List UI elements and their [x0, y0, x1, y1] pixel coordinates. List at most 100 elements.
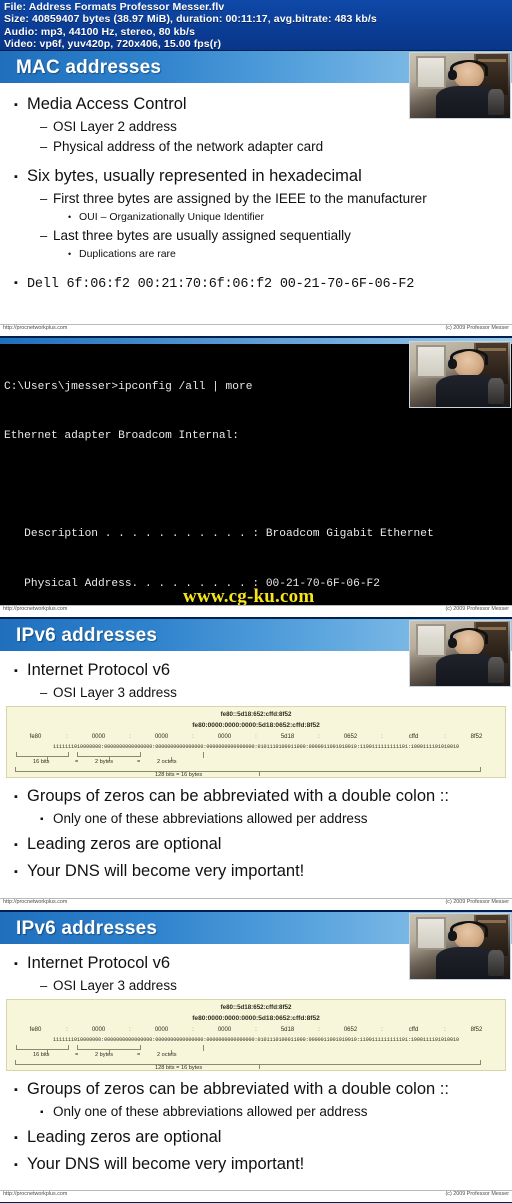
slide-footer: http://procnetworkplus.com (c) 2009 Prof…: [0, 898, 512, 910]
binary-group: 1000111101010010: [410, 1037, 459, 1043]
bullet-l1: ▪ Six bytes, usually represented in hexad…: [14, 165, 502, 189]
slide-title-text: IPv6 addresses: [16, 918, 158, 939]
binary-group: 0000000000000000: [104, 744, 153, 750]
slide-panel-ipv6-addresses-2: IPv6 addresses ▪ Internet Protocol v6 – OS…: [0, 911, 512, 1203]
bullet-marker: ▪: [14, 665, 18, 677]
hex-group: 0000: [217, 1027, 232, 1033]
bullet-marker: ▪: [14, 1132, 18, 1144]
bullet-l1: ▪ Media Access Control: [14, 93, 502, 117]
file-info-line-1: File: Address Formats Professor Messer.f…: [4, 1, 225, 13]
slide-panel-ipv6-addresses-1: IPv6 addresses ▪ Internet Protocol v6 – OS…: [0, 618, 512, 911]
slide-panel-terminal: C:\Users\jmesser>ipconfig /all | more Et…: [0, 337, 512, 618]
bullet-text: OUI – Organizationally Unique Identifier: [79, 211, 265, 223]
bullet-l2: – Last three bytes are usually assigned s…: [40, 226, 502, 246]
footer-copyright: (c) 2009 Professor Messer: [445, 325, 509, 331]
bullet-l1: ▪ Your DNS will become very important!: [14, 860, 502, 884]
binary-group: 0000000000000000: [104, 1037, 153, 1043]
label-2-bytes: 2 bytes: [95, 759, 114, 765]
slide-footer: http://procnetworkplus.com (c) 2009 Prof…: [0, 1190, 512, 1202]
hex-group: cffd: [408, 734, 419, 740]
bullet-text: Your DNS will become very important!: [27, 1155, 305, 1173]
bullet-l2: ▪ Only one of these abbreviations allowed…: [40, 1102, 502, 1123]
bullet-text: Physical address of the network adapter …: [53, 139, 324, 154]
bullet-text: Groups of zeros can be abbreviated with …: [27, 787, 449, 805]
bullet-text: First three bytes are assigned by the IE…: [53, 191, 427, 206]
label-equals-1: =: [75, 759, 79, 765]
slide-panel-mac-addresses: MAC addresses ▪ Media Access Control – OSI…: [0, 50, 512, 337]
bullet-marker: –: [40, 685, 48, 700]
binary-group: 0000000000000000: [206, 1037, 255, 1043]
hex-group: fe80: [29, 734, 42, 740]
hex-group: 0000: [91, 734, 106, 740]
bullet-text: OSI Layer 3 address: [53, 978, 177, 993]
binary-group: 0000011001010010: [308, 1037, 357, 1043]
footer-url[interactable]: http://procnetworkplus.com: [3, 899, 67, 905]
binary-group: 0000000000000000: [155, 744, 204, 750]
bullet-text: Internet Protocol v6: [27, 954, 171, 972]
bullet-marker: •: [68, 249, 72, 259]
hex-group: 0000: [154, 1027, 169, 1033]
bullet-l2: – Physical address of the network adapter…: [40, 137, 502, 157]
ipv6-short-address: fe80::5d18:652:cffd:8f52: [220, 711, 292, 718]
webcam-overlay: [409, 341, 511, 408]
slide-footer: http://procnetworkplus.com (c) 2009 Prof…: [0, 605, 512, 617]
binary-group: 1111111010000000: [53, 744, 102, 750]
tick-mark: [203, 1045, 204, 1051]
binary-group: 0000000000000000: [155, 1037, 204, 1043]
footer-copyright: (c) 2009 Professor Messer: [445, 606, 509, 612]
label-2-octets: 2 octets: [157, 759, 177, 765]
bullet-marker: ▪: [14, 958, 18, 970]
bullet-text: Groups of zeros can be abbreviated with …: [27, 1080, 449, 1098]
bullet-marker: ▪: [14, 1159, 18, 1171]
bullet-text: OSI Layer 2 address: [53, 119, 177, 134]
hex-group: 5d18: [280, 1027, 295, 1033]
bullet-l2: – First three bytes are assigned by the I…: [40, 189, 502, 209]
bullet-l1: ▪ Groups of zeros can be abbreviated with…: [14, 1078, 502, 1102]
bullet-text: Last three bytes are usually assigned se…: [53, 228, 351, 243]
binary-group: 1100111111111101: [359, 744, 408, 750]
bullet-text: Internet Protocol v6: [27, 661, 171, 679]
bullet-text: Only one of these abbreviations allowed …: [53, 811, 368, 826]
slide-body-ipv6-bottom: ▪ Groups of zeros can be abbreviated with…: [0, 1071, 512, 1177]
bullet-l1: ▪ Internet Protocol v6: [14, 952, 502, 976]
ipv6-binary-row: 1111111010000000:0000000000000000:000000…: [53, 1037, 459, 1043]
footer-url[interactable]: http://procnetworkplus.com: [3, 325, 67, 331]
file-info-line-3: Audio: mp3, 44100 Hz, stereo, 80 kb/s: [4, 25, 196, 38]
footer-url[interactable]: http://procnetworkplus.com: [3, 606, 67, 612]
terminal-line: Ethernet adapter Broadcom Internal:: [4, 430, 239, 443]
bullet-l2: ▪ Only one of these abbreviations allowed…: [40, 809, 502, 830]
bullet-marker: ▪: [14, 99, 18, 111]
bullet-marker: ▪: [14, 839, 18, 851]
hex-group: 0000: [217, 734, 232, 740]
bullet-marker: –: [40, 119, 48, 134]
hex-group: 5d18: [280, 734, 295, 740]
hex-group: 8f52: [470, 734, 483, 740]
binary-group: 0000000000000000: [206, 744, 255, 750]
ipv6-address-diagram: fe80::5d18:652:cffd:8f52 fe80:0000:0000:…: [6, 706, 506, 778]
ipv6-full-address: fe80:0000:0000:0000:5d18:0652:cffd:8f52: [192, 1015, 320, 1022]
hex-group: 0000: [91, 1027, 106, 1033]
footer-url[interactable]: http://procnetworkplus.com: [3, 1191, 67, 1197]
bullet-marker: ▪: [14, 791, 18, 803]
slide-body-mac: ▪ Media Access Control – OSI Layer 2 addre…: [0, 85, 512, 296]
ipv6-binary-row: 1111111010000000:0000000000000000:000000…: [53, 744, 459, 750]
bullet-marker: ▪: [14, 1084, 18, 1096]
ipv6-address-diagram: fe80::5d18:652:cffd:8f52 fe80:0000:0000:…: [6, 999, 506, 1071]
mac-address-examples-text: Dell 6f:06:f2 00:21:70:6f:06:f2 00-21-70…: [27, 277, 415, 292]
bullet-text: Six bytes, usually represented in hexade…: [27, 167, 362, 185]
hex-group: fe80: [29, 1027, 42, 1033]
label-equals-2: =: [137, 759, 141, 765]
file-info-line-4: Video: vp6f, yuv420p, 720x406, 15.00 fps…: [4, 37, 222, 50]
bullet-marker: –: [40, 139, 48, 154]
tick-mark: [259, 772, 260, 776]
bullet-text: Only one of these abbreviations allowed …: [53, 1104, 368, 1119]
file-info-line-2: Size: 40859407 bytes (38.97 MiB), durati…: [4, 13, 377, 26]
tick-mark: [203, 752, 204, 758]
bullet-marker: ▪: [40, 1107, 44, 1118]
label-16-bits: 16 bits: [33, 759, 50, 765]
bullet-l1: ▪ Groups of zeros can be abbreviated with…: [14, 785, 502, 809]
ipv6-hex-groups-row: fe80: 0000: 0000: 0000: 5d18: 0652: cffd…: [7, 734, 505, 740]
bullet-text: Duplications are rare: [79, 248, 176, 260]
slide-title-text: MAC addresses: [16, 57, 162, 78]
